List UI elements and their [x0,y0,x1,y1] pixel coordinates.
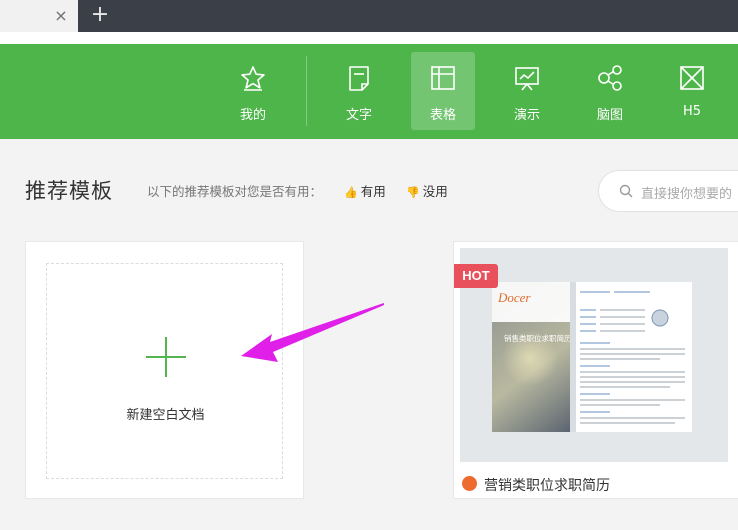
star-icon [241,66,265,91]
useful-label: 有用 [360,184,386,199]
nav-item-h5[interactable]: H5 [660,52,724,130]
new-blank-document-label: 新建空白文档 [126,408,205,423]
nav-label: 我的 [239,108,266,123]
presentation-icon [515,67,539,91]
nav-item-mine[interactable]: 我的 [221,52,285,130]
resume-caption: 销售类职位求职简历 [504,333,572,343]
active-tab[interactable]: × [0,0,78,32]
tab-gap [0,32,738,44]
plus-icon-vertical [165,337,167,377]
section-title: 推荐模板 [25,179,113,203]
nav-label: 文字 [345,108,372,123]
template-title: 营销类职位求职简历 [484,478,610,494]
docer-logo-icon [462,476,477,491]
nav-item-spreadsheet[interactable]: 表格 [411,52,475,130]
category-header: 我的 文字 表格 演示 脑图 H5 [0,44,738,139]
feedback-prompt: 以下的推荐模板对您是否有用： [147,184,323,199]
document-icon [349,66,369,91]
template-card[interactable]: Docer 销售类职位求职简历 HOT 营销类职位求职简历 [453,241,738,499]
new-tab-icon[interactable]: + [90,4,110,26]
close-tab-icon[interactable]: × [53,8,69,24]
nav-label: H5 [682,104,702,119]
nav-item-writer[interactable]: 文字 [327,52,391,130]
nav-label: 演示 [513,108,540,123]
thumbs-down-icon: 👎 [406,186,420,199]
nav-label: 脑图 [596,108,623,123]
h5-icon [680,66,704,90]
useless-label: 没用 [422,184,448,199]
table-icon [431,66,455,90]
hot-badge: HOT [454,264,498,288]
nav-item-presentation[interactable]: 演示 [495,52,559,130]
useful-button[interactable]: 👍 有用 [344,181,386,200]
search-placeholder: 直接搜你想要的 [641,187,733,202]
mindmap-icon [598,65,622,91]
thumbs-up-icon: 👍 [344,186,358,199]
useless-button[interactable]: 👎 没用 [406,181,448,200]
browser-tab-bar: × + [0,0,738,32]
nav-divider [306,56,307,126]
new-blank-document-card[interactable]: 新建空白文档 [25,241,304,499]
template-search-input[interactable]: 直接搜你想要的 [598,170,738,212]
template-title-row: 营销类职位求职简历 [462,474,722,494]
search-icon [619,184,633,198]
nav-label: 表格 [429,108,456,123]
template-preview: Docer 销售类职位求职简历 [460,248,728,462]
blank-card-inner: 新建空白文档 [46,263,283,479]
resume-thumbnail: Docer 销售类职位求职简历 [492,282,692,432]
resume-brand: Docer [497,290,531,305]
nav-item-mindmap[interactable]: 脑图 [578,52,642,130]
